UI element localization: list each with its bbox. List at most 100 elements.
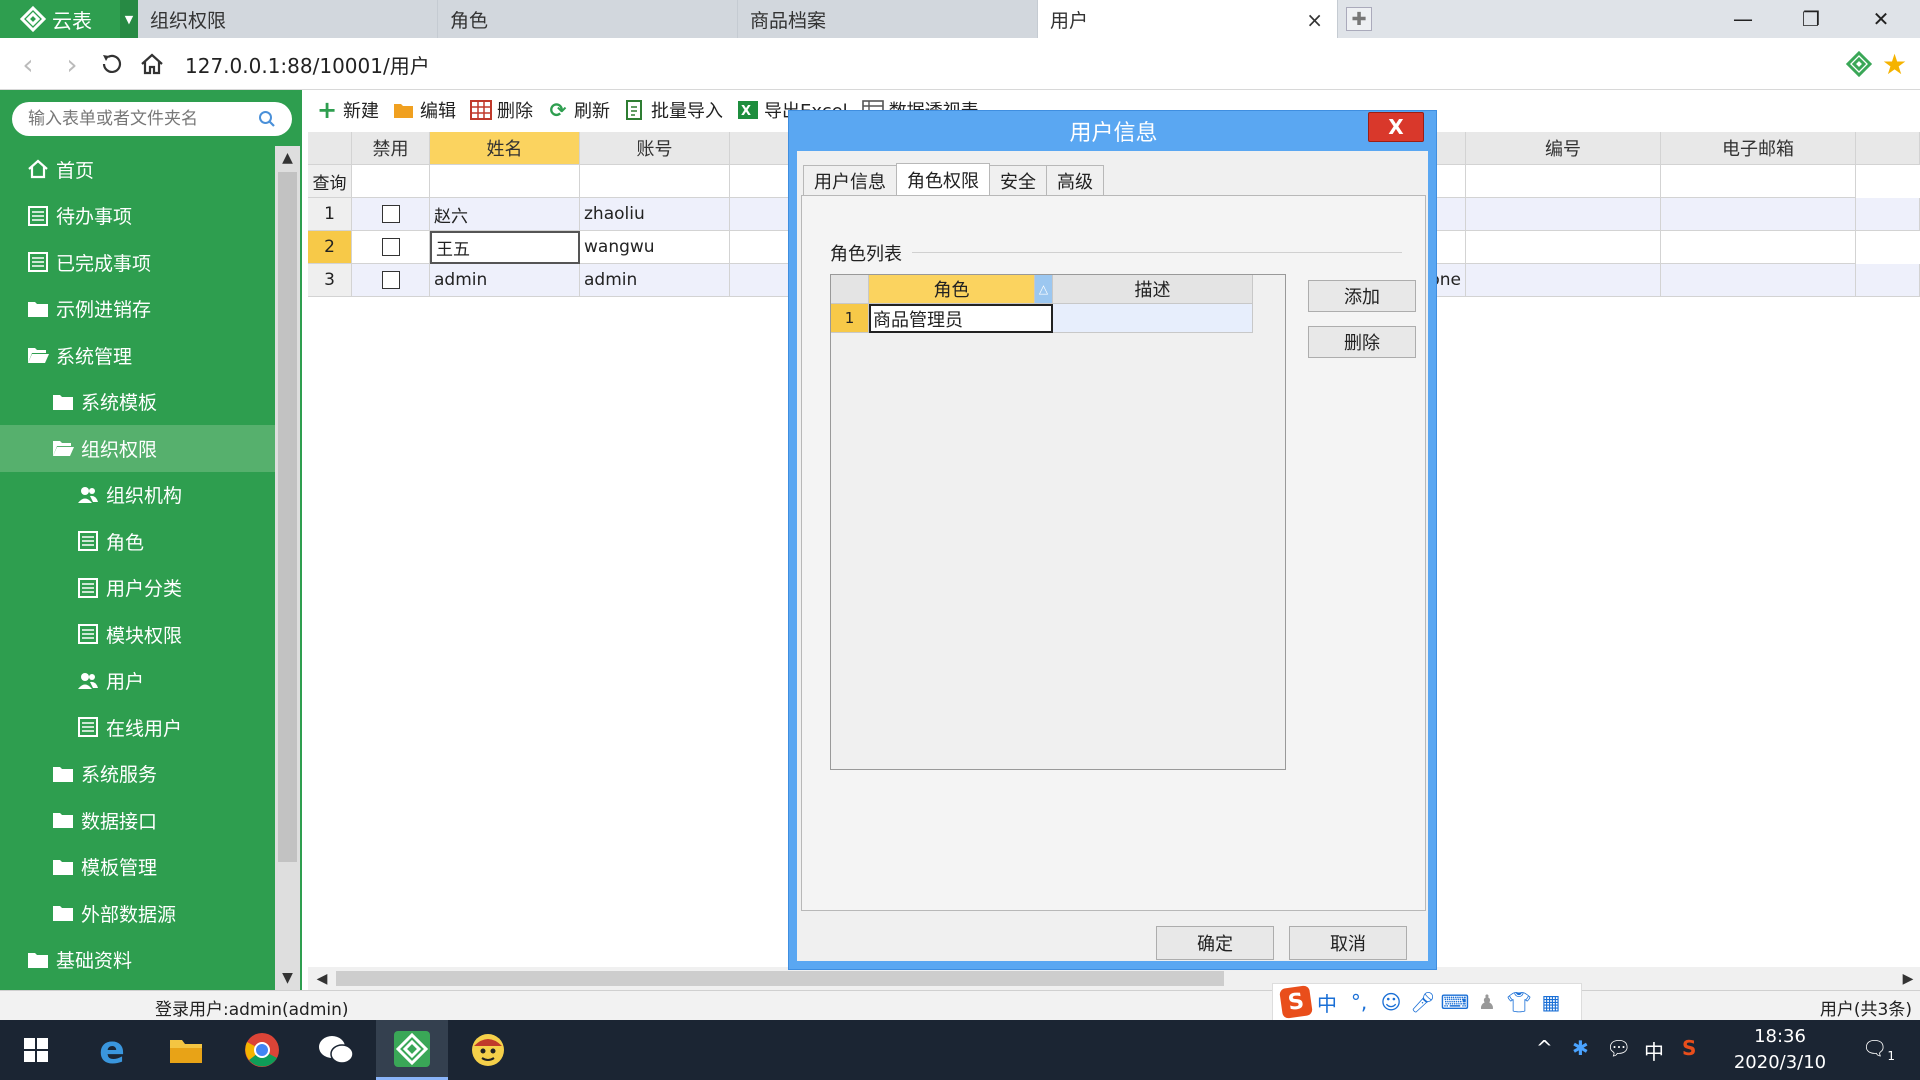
scrollbar-thumb[interactable] [278, 172, 297, 862]
tab-users[interactable]: 用户 × [1038, 0, 1338, 38]
scroll-down-icon[interactable]: ▼ [275, 966, 300, 990]
sogou-tray-icon[interactable]: S [1682, 1036, 1696, 1060]
disabled-checkbox[interactable] [381, 205, 400, 223]
tab-roles[interactable]: 角色 [438, 0, 738, 38]
sidebar-item[interactable]: 首页 [0, 146, 275, 193]
sidebar-scrollbar[interactable]: ▲ ▼ [275, 146, 300, 990]
tab-org-permissions[interactable]: 组织权限 [138, 0, 438, 38]
sidebar-item[interactable]: 模块权限 [0, 611, 275, 658]
sidebar-item[interactable]: 在线用户 [0, 704, 275, 751]
grid-horizontal-scrollbar[interactable]: ◀ ▶ [308, 967, 1920, 990]
column-header-role[interactable]: 角色 [869, 275, 1035, 304]
extension-icon[interactable] [1845, 50, 1873, 78]
sidebar-item[interactable]: 用户 [0, 658, 275, 705]
input-language-label[interactable]: 中 [1644, 1036, 1664, 1065]
emoji-icon[interactable]: ☺ [1375, 990, 1407, 1014]
name-cell[interactable]: admin [430, 264, 580, 297]
url-field[interactable]: 127.0.0.1:88/10001/用户 [185, 50, 430, 79]
disabled-checkbox[interactable] [381, 271, 400, 289]
remove-role-button[interactable]: 删除 [1308, 326, 1416, 358]
disabled-cell[interactable] [352, 198, 430, 231]
app-menu-button[interactable]: 云表 ▼ [0, 0, 138, 38]
disabled-cell[interactable] [352, 231, 430, 264]
column-header-desc[interactable]: 描述 [1053, 275, 1253, 304]
disabled-checkbox[interactable] [381, 238, 400, 256]
sidebar-item[interactable]: 组织机构 [0, 472, 275, 519]
query-filter-code[interactable] [1466, 165, 1661, 198]
new-tab-button[interactable]: ✚ [1346, 7, 1372, 31]
column-header-disabled[interactable]: 禁用 [352, 132, 430, 165]
query-filter-account[interactable] [580, 165, 730, 198]
keyboard-icon[interactable]: ⌨ [1439, 990, 1471, 1014]
tab-advanced[interactable]: 高级 [1046, 165, 1104, 195]
batch-import-button[interactable]: 批量导入 [624, 97, 723, 123]
tab-close-icon[interactable]: × [1306, 8, 1323, 32]
email-cell[interactable] [1661, 231, 1856, 264]
forward-icon[interactable]: › [54, 46, 90, 82]
favorite-star-icon[interactable]: ★ [1882, 48, 1907, 81]
bluetooth-icon[interactable]: ✱ [1572, 1036, 1589, 1060]
column-header-name[interactable]: 姓名 [430, 132, 580, 165]
role-cell[interactable]: 商品管理员 [869, 304, 1053, 333]
sogou-logo-icon[interactable]: S [1279, 985, 1313, 1019]
sidebar-item[interactable]: 系统服务 [0, 751, 275, 798]
disabled-cell[interactable] [352, 264, 430, 297]
tray-expand-icon[interactable]: ^ [1536, 1036, 1553, 1060]
column-header-account[interactable]: 账号 [580, 132, 730, 165]
app-menu-dropdown-icon[interactable]: ▼ [120, 0, 138, 38]
sidebar-item[interactable]: 系统模板 [0, 379, 275, 426]
sidebar-item[interactable]: 系统管理 [0, 332, 275, 379]
sidebar-item[interactable]: 模板管理 [0, 844, 275, 891]
name-cell[interactable]: 王五 [430, 231, 580, 264]
new-button[interactable]: + 新建 [316, 96, 379, 124]
minimize-button[interactable]: — [1710, 0, 1776, 38]
system-clock[interactable]: 18:36 2020/3/10 [1720, 1024, 1840, 1076]
edge-browser-icon[interactable]: e [76, 1020, 148, 1080]
start-icon[interactable] [0, 1020, 72, 1080]
tab-security[interactable]: 安全 [989, 165, 1047, 195]
account-cell[interactable]: zhaoliu [580, 198, 730, 231]
back-icon[interactable]: ‹ [10, 46, 46, 82]
tab-user-info[interactable]: 用户信息 [803, 165, 897, 195]
email-cell[interactable] [1661, 264, 1856, 297]
wechat-icon[interactable] [300, 1020, 372, 1080]
code-cell[interactable] [1466, 198, 1661, 231]
refresh-button[interactable]: ⟳ 刷新 [547, 97, 610, 123]
yunbiao-app-icon[interactable] [376, 1020, 448, 1080]
query-filter-name[interactable] [430, 165, 580, 198]
sidebar-item[interactable]: 数据接口 [0, 797, 275, 844]
restore-button[interactable]: ❐ [1778, 0, 1844, 38]
ime-punct-label[interactable]: °, [1343, 990, 1375, 1014]
desc-cell[interactable] [1053, 304, 1253, 333]
add-role-button[interactable]: 添加 [1308, 280, 1416, 312]
column-header-email[interactable]: 电子邮箱 [1661, 132, 1856, 165]
home-icon[interactable] [134, 46, 170, 82]
query-filter-email[interactable] [1661, 165, 1856, 198]
sort-asc-icon[interactable]: △ [1035, 275, 1053, 304]
tab-product-archive[interactable]: 商品档案 [738, 0, 1038, 38]
search-icon[interactable] [258, 110, 276, 128]
skin-icon[interactable]: 👕︎ [1503, 990, 1535, 1014]
game-app-icon[interactable] [452, 1020, 524, 1080]
scrollbar-thumb[interactable] [336, 971, 1224, 986]
edit-button[interactable]: 编辑 [393, 97, 456, 123]
chrome-icon[interactable] [226, 1020, 298, 1080]
scroll-up-icon[interactable]: ▲ [275, 146, 300, 170]
account-cell[interactable]: admin [580, 264, 730, 297]
dialog-close-button[interactable]: X [1368, 112, 1424, 142]
reload-icon[interactable] [94, 46, 130, 82]
sidebar-item[interactable]: 基础资料 [0, 937, 275, 984]
scroll-right-icon[interactable]: ▶ [1898, 967, 1918, 990]
window-close-button[interactable]: ✕ [1848, 0, 1914, 38]
tab-role-permissions[interactable]: 角色权限 [896, 163, 990, 195]
cancel-button[interactable]: 取消 [1289, 926, 1407, 960]
sidebar-item[interactable]: 已完成事项 [0, 239, 275, 286]
ok-button[interactable]: 确定 [1156, 926, 1274, 960]
sidebar-item[interactable]: 示例进销存 [0, 286, 275, 333]
toolbox-icon[interactable]: ▦ [1535, 990, 1567, 1014]
delete-button[interactable]: 删除 [470, 97, 533, 123]
file-explorer-icon[interactable] [150, 1020, 222, 1080]
name-cell[interactable]: 赵六 [430, 198, 580, 231]
sidebar-item[interactable]: 用户分类 [0, 565, 275, 612]
account-cell[interactable]: wangwu [580, 231, 730, 264]
